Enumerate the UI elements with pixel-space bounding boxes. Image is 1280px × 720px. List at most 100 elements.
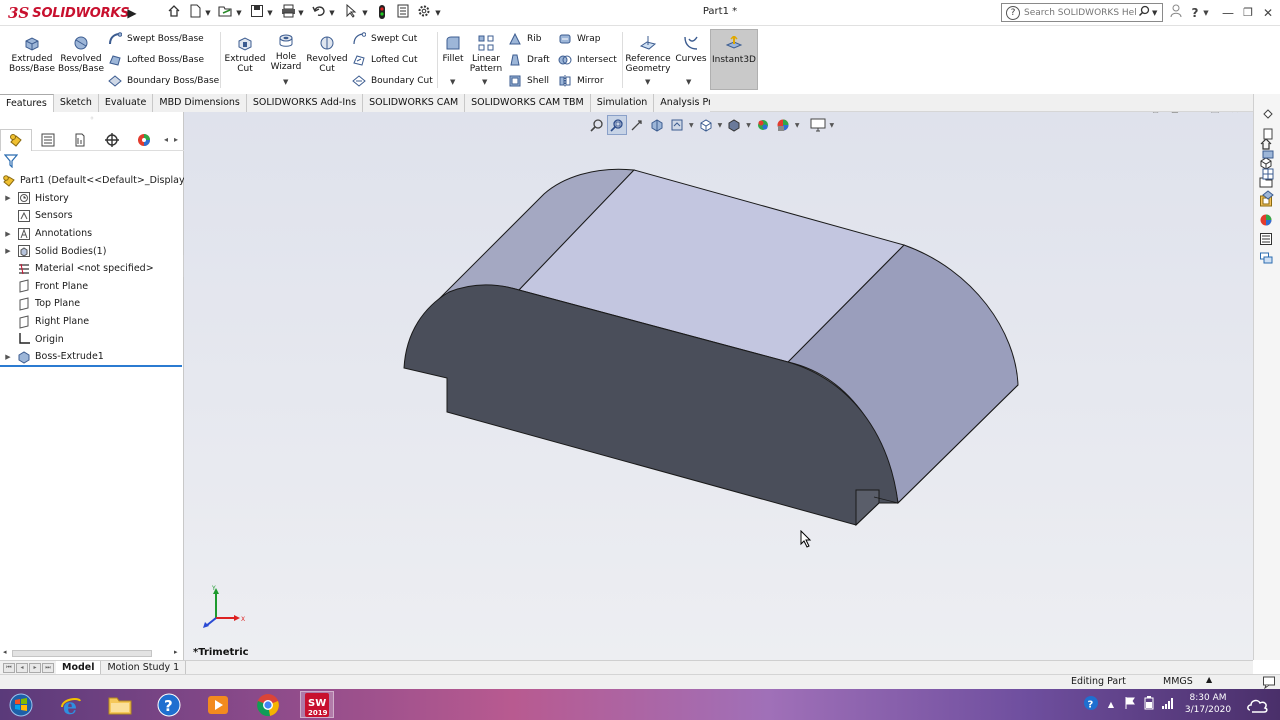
help-dropdown-icon[interactable]: ▼ [1202,4,1210,22]
battery-icon[interactable] [1140,696,1158,713]
help-search-input[interactable] [1024,7,1136,18]
custom-properties-icon[interactable] [1256,229,1276,248]
help-icon[interactable]: ? [1188,4,1202,22]
forum-icon[interactable] [1256,248,1276,267]
taskbar-clock[interactable]: 8:30 AM 3/17/2020 [1180,692,1236,716]
lofted-cut-button[interactable]: Lofted Cut [352,51,418,69]
mirror-button[interactable]: Mirror [558,72,604,90]
tree-item-solid-bodies[interactable]: ▶ Solid Bodies(1) [0,242,184,260]
viewport-tile-icon[interactable]: ⧉ [1145,112,1165,118]
linear-pattern-dropdown-icon[interactable]: ▼ [482,78,487,86]
action-center-icon[interactable] [1240,691,1276,718]
scrollbar-thumb[interactable] [12,650,152,657]
display-style-icon[interactable] [724,115,744,135]
file-explorer-taskbar-icon[interactable] [103,691,137,718]
toolbar-icon[interactable] [1256,184,1280,204]
hole-wizard-dropdown-icon[interactable]: ▼ [283,78,288,86]
lofted-boss-button[interactable]: Lofted Boss/Base [108,51,204,69]
select-arrow-icon[interactable] [342,3,360,22]
view-orientation-dropdown-icon[interactable]: ▼ [718,122,723,129]
dynamic-annotation-view-icon[interactable] [667,115,687,135]
units-selector[interactable]: MMGS [1163,676,1193,687]
curves-dropdown-icon[interactable]: ▼ [686,78,691,86]
horizontal-scrollbar[interactable]: ◂ ▸ [0,647,184,659]
search-icon[interactable] [1138,5,1150,20]
manager-tabs-right-arrow-icon[interactable]: ▸ [174,135,178,144]
close-icon[interactable]: ✕ [1260,4,1276,22]
rib-button[interactable]: Rib [508,30,541,48]
displaymanager-tab[interactable] [128,129,160,151]
viewport-restore-icon[interactable]: ❐ [1205,112,1225,118]
swept-boss-button[interactable]: Swept Boss/Base [108,30,204,48]
open-folder-icon[interactable] [216,4,234,22]
scroll-right-icon[interactable]: ▸ [174,648,178,656]
last-tab-icon[interactable]: ⏭ [42,662,54,673]
expand-arrow-icon[interactable]: ▶ [3,194,13,202]
viewport-pane-icon[interactable]: ⊏ [1165,112,1185,118]
expand-arrow-icon[interactable]: ▶ [3,247,13,255]
undo-icon[interactable] [310,4,328,22]
help-taskbar-icon[interactable]: ? [152,691,186,718]
select-dropdown-icon[interactable]: ▼ [361,4,369,22]
previous-view-icon[interactable] [627,115,647,135]
options-gear-icon[interactable] [415,4,433,22]
part-model[interactable] [184,112,1253,660]
home-icon[interactable] [165,4,183,22]
viewport-minimize-icon[interactable]: — [1185,112,1205,118]
media-player-icon[interactable] [201,691,235,718]
panel-splitter-handle[interactable]: ◦ [0,112,184,126]
view-orientation-icon[interactable] [696,115,716,135]
open-dropdown-icon[interactable]: ▼ [235,4,243,22]
linear-pattern-button[interactable]: Linear Pattern [468,34,504,74]
rebuild-icon[interactable] [374,4,390,22]
tree-item-right-plane[interactable]: Right Plane [0,313,184,331]
boundary-boss-button[interactable]: Boundary Boss/Base [108,72,219,90]
tab-evaluate[interactable]: Evaluate [99,94,154,112]
tab-mbd-dimensions[interactable]: MBD Dimensions [153,94,247,112]
tab-solidworks-cam-tbm[interactable]: SOLIDWORKS CAM TBM [465,94,591,112]
menu-expand-icon[interactable]: ▶ [124,3,140,23]
appearances-icon[interactable] [1256,210,1276,229]
tree-item-boss-extrude1[interactable]: ▶ Boss-Extrude1 [0,348,184,366]
tab-solidworks-cam[interactable]: SOLIDWORKS CAM [363,94,466,112]
scroll-left-icon[interactable]: ◂ [3,648,7,656]
tab-features[interactable]: Features [0,94,54,112]
next-tab-icon[interactable]: ▸ [29,662,41,673]
network-signal-icon[interactable] [1158,697,1178,712]
toolbar-icon[interactable] [1256,104,1280,124]
section-view-icon[interactable] [647,115,667,135]
dimxpertmanager-tab[interactable] [96,129,128,151]
hide-show-items-icon[interactable] [753,115,773,135]
toolbar-icon[interactable] [1256,164,1280,184]
tray-flag-icon[interactable] [1120,696,1140,713]
tree-item-sensors[interactable]: Sensors [0,207,184,225]
expand-arrow-icon[interactable]: ▶ [3,230,13,238]
options-dropdown-icon[interactable]: ▼ [434,4,442,22]
print-icon[interactable] [279,4,297,22]
new-document-icon[interactable] [186,4,204,22]
help-search-box[interactable]: ? ▼ [1001,3,1163,22]
first-tab-icon[interactable]: ⏮ [3,662,15,673]
toolbar-icon[interactable] [1256,124,1280,144]
view-settings-icon[interactable] [808,115,828,135]
wrap-button[interactable]: Wrap [558,30,600,48]
tab-motion-study-1[interactable]: Motion Study 1 [101,660,187,675]
instant3d-button[interactable]: Instant3D [710,29,758,90]
prev-tab-icon[interactable]: ◂ [16,662,28,673]
zoom-to-area-icon[interactable] [607,115,627,135]
tree-item-top-plane[interactable]: Top Plane [0,295,184,313]
propertymanager-tab[interactable] [32,129,64,151]
save-dropdown-icon[interactable]: ▼ [266,4,274,22]
new-dropdown-icon[interactable]: ▼ [204,4,212,22]
reference-geometry-dropdown-icon[interactable]: ▼ [645,78,650,86]
show-hidden-icons-icon[interactable]: ▲ [1102,700,1120,709]
restore-icon[interactable]: ❐ [1240,4,1256,22]
shell-button[interactable]: Shell [508,72,549,90]
solidworks-taskbar-button[interactable]: SW 2019 [300,691,334,718]
rollback-bar[interactable] [0,365,182,367]
featuremanager-tab[interactable] [0,128,32,151]
tree-item-history[interactable]: ▶ History [0,190,184,208]
edit-appearance-icon[interactable] [773,115,793,135]
toolbar-icon[interactable] [1256,144,1280,164]
configurationmanager-tab[interactable] [64,129,96,151]
